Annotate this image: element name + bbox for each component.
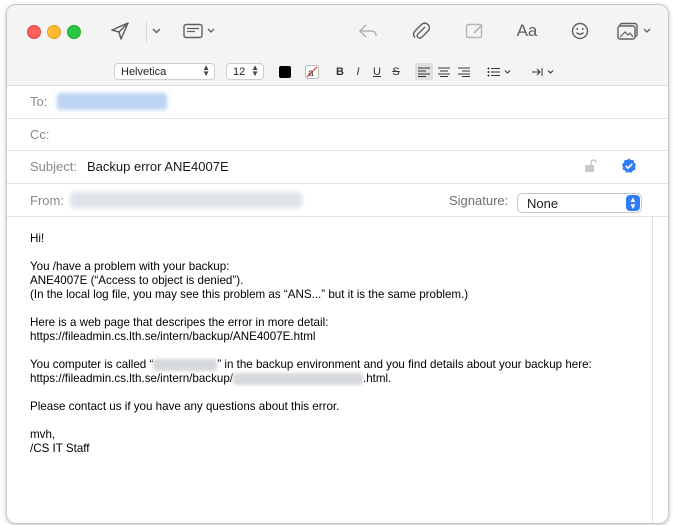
signature-value: None (527, 195, 559, 211)
body-text: https://fileadmin.cs.lth.se/intern/backu… (30, 372, 233, 385)
minimize-window-button[interactable] (47, 25, 61, 39)
cc-label: Cc: (30, 127, 50, 142)
to-row: To: (7, 85, 668, 119)
align-left-button[interactable] (415, 63, 433, 80)
subject-label: Subject: (30, 159, 77, 174)
header-fields-icon[interactable] (182, 19, 218, 43)
emoji-icon[interactable] (569, 19, 591, 43)
italic-button[interactable]: I (352, 63, 364, 80)
underline-button[interactable]: U (371, 63, 383, 80)
reply-icon[interactable] (357, 19, 379, 43)
close-window-button[interactable] (27, 25, 41, 39)
indent-icon (532, 67, 554, 76)
subject-field[interactable]: Backup error ANE4007E (87, 159, 229, 174)
body-text: You computer is called “ (30, 358, 154, 371)
paperclip-icon[interactable] (410, 19, 432, 43)
format-bar: Helvetica ▲▼ 12 ▲▼ a B I U S (7, 59, 668, 86)
strikethrough-button[interactable]: S (390, 63, 402, 80)
markup-icon[interactable] (464, 19, 486, 43)
zoom-window-button[interactable] (67, 25, 81, 39)
body-text: ” in the backup environment and you find… (217, 358, 592, 371)
select-arrows-icon: ▲ ▼ (626, 195, 640, 211)
backup-path-redacted (233, 372, 363, 385)
to-recipient-redacted[interactable] (57, 93, 167, 110)
body-line: (In the local log file, you may see this… (30, 288, 469, 301)
list-style-button[interactable] (486, 63, 514, 80)
toolbar: Aa (7, 5, 668, 59)
toolbar-separator (146, 22, 147, 42)
highlight-color-icon: a (305, 64, 319, 79)
signoff: /CS IT Staff (30, 442, 90, 455)
from-account-redacted[interactable] (70, 192, 302, 208)
message-body[interactable]: Hi! ​ You /have a problem with your back… (30, 232, 640, 456)
body-greeting: Hi! (30, 232, 45, 245)
photo-browser-icon[interactable] (615, 19, 655, 43)
backup-link[interactable]: https://fileadmin.cs.lth.se/intern/backu… (30, 372, 640, 386)
font-panel-button[interactable]: Aa (514, 19, 540, 43)
align-right-button[interactable] (456, 63, 472, 80)
compose-window: Aa Helvetica ▲▼ 12 ▲▼ a B I U S (6, 4, 669, 524)
scrollbar-track[interactable] (652, 217, 653, 523)
align-left-icon (418, 67, 430, 77)
signature-label: Signature: (449, 193, 509, 208)
body-line: Please contact us if you have any questi… (30, 400, 340, 413)
subject-row: Subject: Backup error ANE4007E (7, 150, 668, 184)
font-family-select[interactable]: Helvetica ▲ ▼ (114, 63, 215, 80)
font-family-value: Helvetica (121, 65, 167, 78)
bold-button[interactable]: B (334, 63, 346, 80)
error-link[interactable]: https://fileadmin.cs.lth.se/intern/backu… (30, 330, 640, 344)
verified-badge-icon[interactable] (621, 158, 637, 174)
align-right-icon (458, 67, 470, 77)
chevron-down-icon[interactable] (150, 19, 162, 43)
select-arrows-icon: ▲ ▼ (251, 63, 259, 78)
cc-row[interactable]: Cc: (7, 118, 668, 151)
highlight-color-button[interactable]: a (304, 63, 320, 80)
signoff: mvh, (30, 428, 56, 441)
select-arrows-icon: ▲ ▼ (202, 63, 210, 78)
font-size-value: 12 (233, 65, 246, 78)
align-center-button[interactable] (436, 63, 452, 80)
list-icon (487, 67, 511, 76)
body-line: Here is a web page that descripes the er… (30, 316, 329, 329)
body-text: .html. (363, 372, 392, 385)
text-color-swatch (279, 65, 291, 78)
body-line: ANE4007E (“Access to object is denied”). (30, 274, 244, 287)
font-size-select[interactable]: 12 ▲ ▼ (226, 63, 264, 80)
signature-select[interactable]: None ▲ ▼ (517, 193, 642, 213)
body-line: You computer is called “ ” in the backup … (30, 358, 640, 372)
to-label: To: (30, 94, 48, 109)
align-center-icon (438, 67, 450, 77)
computer-name-redacted (153, 358, 218, 371)
send-icon[interactable] (108, 19, 132, 43)
body-line: You /have a problem with your backup: (30, 260, 230, 273)
text-color-button[interactable] (278, 63, 292, 80)
from-label: From: (30, 193, 64, 208)
indent-button[interactable] (530, 63, 558, 80)
lock-open-icon[interactable] (583, 159, 597, 173)
